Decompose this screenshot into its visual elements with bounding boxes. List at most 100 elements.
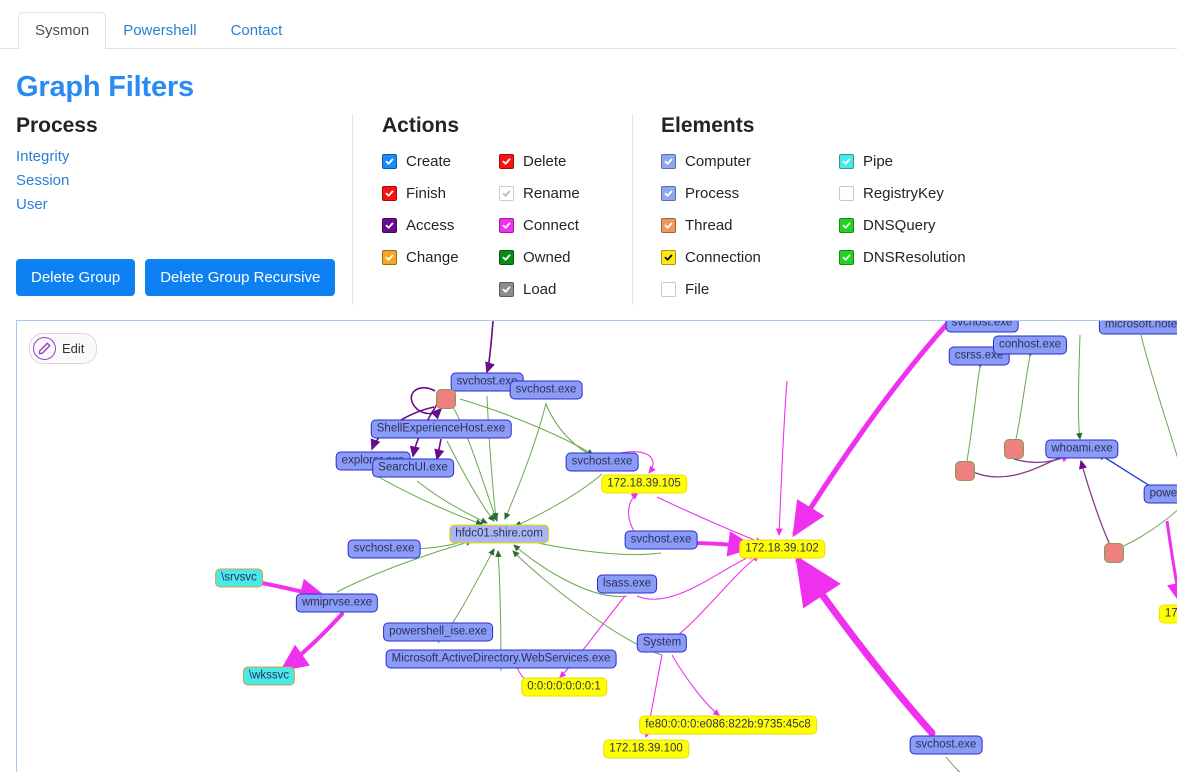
finish-checkbox-box[interactable] (382, 185, 397, 201)
checkbox-file[interactable]: File (661, 273, 839, 305)
checkbox-thread[interactable]: Thread (661, 209, 839, 241)
graph-node-thread[interactable] (1004, 439, 1024, 459)
process-link-session[interactable]: Session (16, 169, 334, 193)
checkbox-rename[interactable]: Rename (499, 177, 616, 209)
checkbox-label: File (685, 280, 710, 298)
load-checkbox-box[interactable] (499, 281, 514, 297)
connect-checkbox-box[interactable] (499, 217, 514, 233)
pipe-checkbox-box[interactable] (839, 153, 854, 169)
actions-col-2: Delete Rename Connect Owned Load (499, 145, 616, 305)
checkbox-process[interactable]: Process (661, 177, 839, 209)
graph-node-process[interactable]: powershell.exe (1143, 484, 1177, 504)
owned-checkbox-box[interactable] (499, 249, 514, 265)
create-checkbox-box[interactable] (382, 153, 397, 169)
graph-node-connection[interactable]: 172.18.39.105 (601, 474, 687, 494)
graph-node-thread[interactable] (436, 389, 456, 409)
tab-sysmon[interactable]: Sysmon (18, 12, 107, 49)
process-heading: Process (16, 114, 98, 137)
filter-column-process: Process Integrity Session User Delete Gr… (16, 114, 353, 305)
graph-node-computer[interactable]: hfdc01.shire.com (449, 524, 549, 544)
dnsquery-checkbox-box[interactable] (839, 217, 854, 233)
checkbox-create[interactable]: Create (382, 145, 499, 177)
process-graph-canvas[interactable]: Edit svchost.exe svchost.exe ShellExperi… (16, 320, 1177, 772)
graph-node-thread[interactable] (1104, 543, 1124, 563)
checkbox-connect[interactable]: Connect (499, 209, 616, 241)
thread-checkbox-box[interactable] (661, 217, 676, 233)
tab-bar: Sysmon Powershell Contact (0, 0, 1177, 49)
graph-node-process[interactable]: conhost.exe (992, 335, 1068, 355)
process-link-integrity[interactable]: Integrity (16, 145, 334, 169)
graph-node-process[interactable]: Microsoft.ActiveDirectory.WebServices.ex… (385, 649, 617, 669)
tab-contact[interactable]: Contact (214, 12, 300, 49)
tab-powershell[interactable]: Powershell (106, 12, 213, 49)
checkbox-load[interactable]: Load (499, 273, 616, 305)
checkbox-label: Thread (685, 216, 733, 234)
checkbox-connection[interactable]: Connection (661, 241, 839, 273)
pencil-icon (33, 337, 56, 360)
graph-node-process[interactable]: svchost.exe (624, 530, 698, 550)
graph-node-connection[interactable]: 0:0:0:0:0:0:0:1 (521, 677, 607, 697)
checkbox-delete[interactable]: Delete (499, 145, 616, 177)
delete-group-button[interactable]: Delete Group (16, 259, 136, 296)
checkbox-computer[interactable]: Computer (661, 145, 839, 177)
edit-button[interactable]: Edit (29, 333, 98, 364)
checkbox-access[interactable]: Access (382, 209, 499, 241)
checkbox-finish[interactable]: Finish (382, 177, 499, 209)
graph-node-connection[interactable]: 172.18.39.100 (603, 739, 689, 759)
checkbox-owned[interactable]: Owned (499, 241, 616, 273)
elements-heading: Elements (661, 114, 755, 137)
checkbox-label: Change (406, 248, 459, 266)
rename-checkbox-box[interactable] (499, 185, 514, 201)
graph-node-pipe[interactable]: \wkssvc (242, 666, 296, 686)
graph-node-process[interactable]: svchost.exe (509, 380, 583, 400)
graph-node-process[interactable]: microsoft.note (1098, 321, 1177, 335)
graph-node-process[interactable]: ShellExperienceHost.exe (370, 419, 512, 439)
process-link-user[interactable]: User (16, 193, 334, 217)
checkbox-pipe[interactable]: Pipe (839, 145, 1017, 177)
graph-node-process[interactable]: svchost.exe (347, 539, 421, 559)
connection-checkbox-box[interactable] (661, 249, 676, 265)
graph-node-process[interactable]: System (636, 633, 688, 653)
checkbox-label: Owned (523, 248, 571, 266)
computer-checkbox-box[interactable] (661, 153, 676, 169)
checkbox-label: Create (406, 152, 452, 170)
graph-edges (260, 321, 1177, 772)
graph-node-process[interactable]: wmiprvse.exe (295, 593, 379, 613)
graph-node-process[interactable]: svchost.exe (945, 321, 1019, 333)
access-checkbox-box[interactable] (382, 217, 397, 233)
checkbox-change[interactable]: Change (382, 241, 499, 273)
dnsresolution-checkbox-box[interactable] (839, 249, 854, 265)
delete-group-recursive-button[interactable]: Delete Group Recursive (145, 259, 336, 296)
graph-node-pipe[interactable]: \srvsvc (215, 568, 263, 588)
checkbox-label: Process (685, 184, 740, 202)
checkbox-dnsresolution[interactable]: DNSResolution (839, 241, 1017, 273)
graph-filters-panel: Process Integrity Session User Delete Gr… (0, 114, 1177, 305)
checkbox-registrykey[interactable]: RegistryKey (839, 177, 1017, 209)
graph-node-connection[interactable]: fe80:0:0:0:e086:822b:9735:45c8 (639, 715, 817, 735)
change-checkbox-box[interactable] (382, 249, 397, 265)
actions-heading: Actions (382, 114, 460, 137)
filter-column-elements: Elements Computer Process Thread Connect… (633, 114, 1177, 305)
checkbox-label: DNSQuery (863, 216, 936, 234)
checkbox-label: DNSResolution (863, 248, 966, 266)
graph-node-process[interactable]: svchost.exe (565, 452, 639, 472)
file-checkbox-box[interactable] (661, 281, 676, 297)
registrykey-checkbox-box[interactable] (839, 185, 854, 201)
checkbox-label: Connect (523, 216, 579, 234)
elements-col-2: Pipe RegistryKey DNSQuery DNSResolution (839, 145, 1017, 305)
checkbox-dnsquery[interactable]: DNSQuery (839, 209, 1017, 241)
graph-node-thread[interactable] (955, 461, 975, 481)
delete-checkbox-box[interactable] (499, 153, 514, 169)
checkbox-label: Connection (685, 248, 761, 266)
checkbox-label: Delete (523, 152, 567, 170)
graph-node-process[interactable]: svchost.exe (909, 735, 983, 755)
process-checkbox-box[interactable] (661, 185, 676, 201)
graph-node-process[interactable]: whoami.exe (1045, 439, 1119, 459)
graph-node-process[interactable]: powershell_ise.exe (383, 622, 493, 642)
graph-node-process[interactable]: SearchUI.exe (372, 458, 454, 478)
checkbox-label: Load (523, 280, 557, 298)
graph-node-connection[interactable]: 172.18. (1158, 604, 1177, 624)
graph-node-connection[interactable]: 172.18.39.102 (739, 539, 825, 559)
actions-col-1: Create Finish Access Change (382, 145, 499, 305)
graph-node-process[interactable]: lsass.exe (597, 574, 657, 594)
